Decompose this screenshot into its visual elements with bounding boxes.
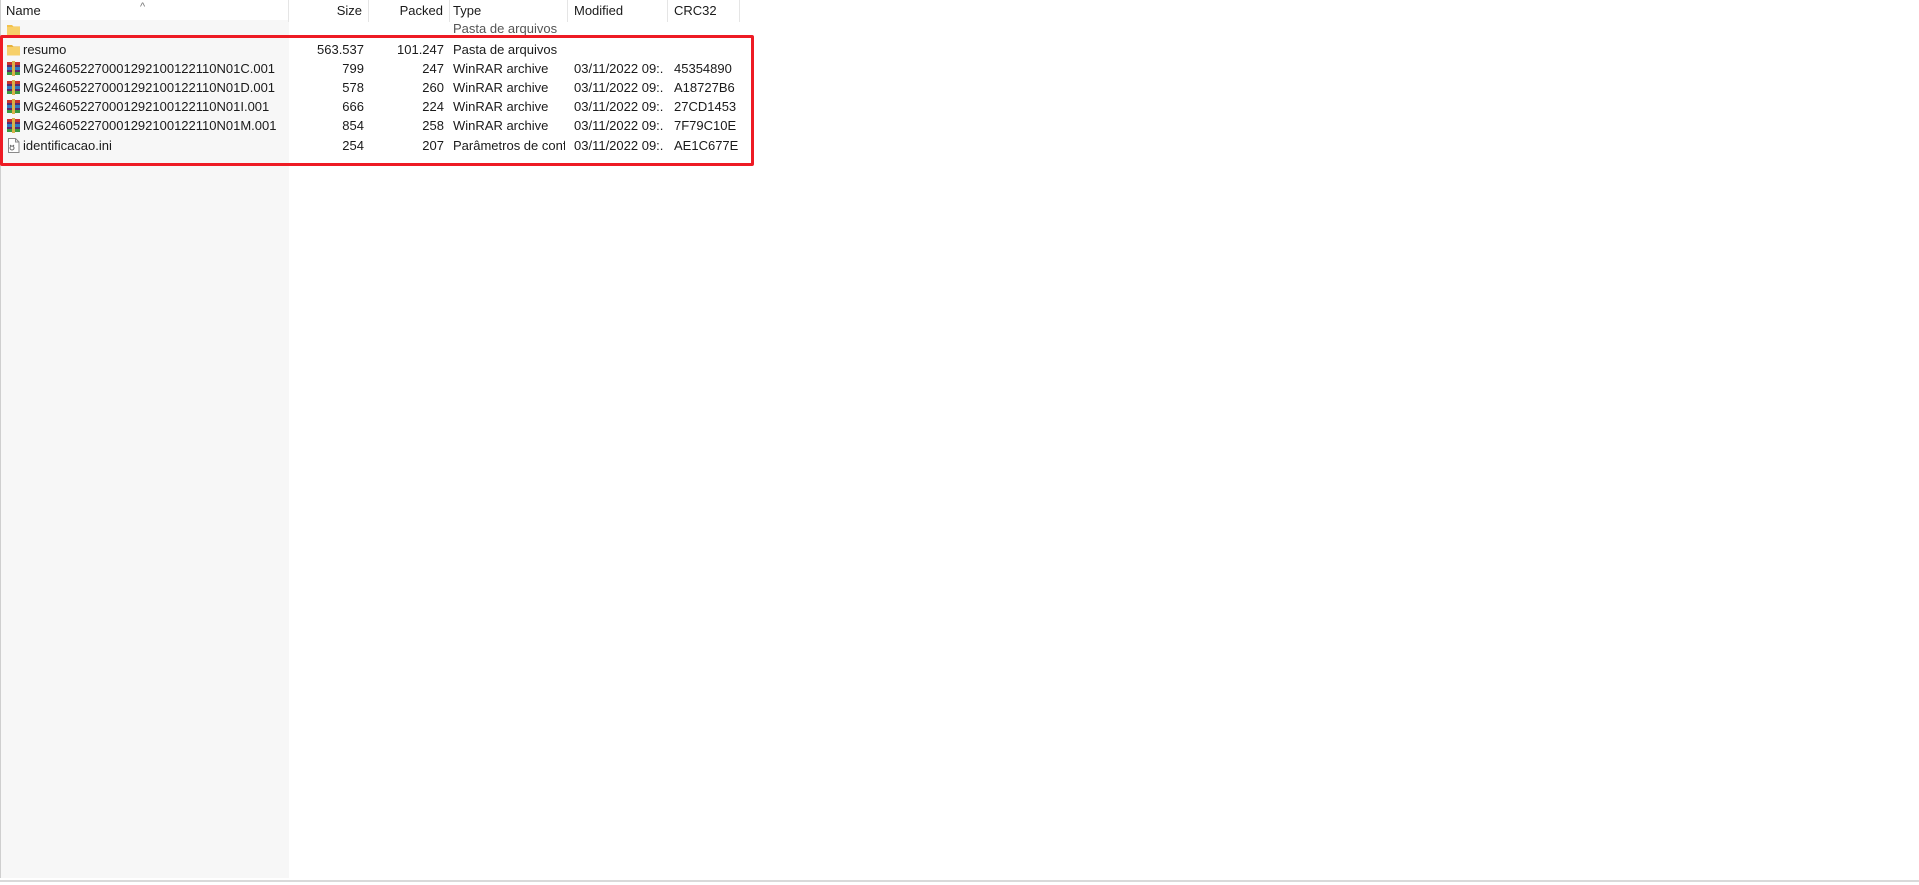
parent-folder-type: Pasta de arquivos — [453, 21, 558, 35]
column-header-type[interactable]: Type — [447, 0, 568, 22]
sort-ascending-icon: ^ — [140, 1, 146, 13]
column-header-crc32[interactable]: CRC32 — [668, 0, 740, 22]
column-header-name-label: Name — [6, 3, 41, 18]
column-header-packed[interactable]: Packed — [369, 0, 450, 22]
red-highlight-annotation — [0, 35, 754, 166]
column-header-type-label: Type — [453, 3, 482, 18]
folder-icon — [7, 25, 20, 35]
column-header-modified[interactable]: Modified — [568, 0, 668, 22]
column-header-size-label: Size — [336, 3, 362, 18]
column-header-size[interactable]: Size — [289, 0, 369, 22]
bottom-border — [0, 880, 1919, 882]
column-header-crc32-label: CRC32 — [674, 3, 717, 18]
column-header-bar: Name ^ Size Packed Type Modified CRC32 — [0, 0, 740, 22]
parent-folder-row[interactable]: Pasta de arquivos — [0, 21, 740, 35]
file-list-window: Name ^ Size Packed Type Modified CRC32 P… — [0, 0, 1919, 885]
column-header-packed-label: Packed — [399, 3, 443, 18]
column-header-modified-label: Modified — [574, 3, 624, 18]
column-header-name[interactable]: Name ^ — [0, 0, 289, 22]
